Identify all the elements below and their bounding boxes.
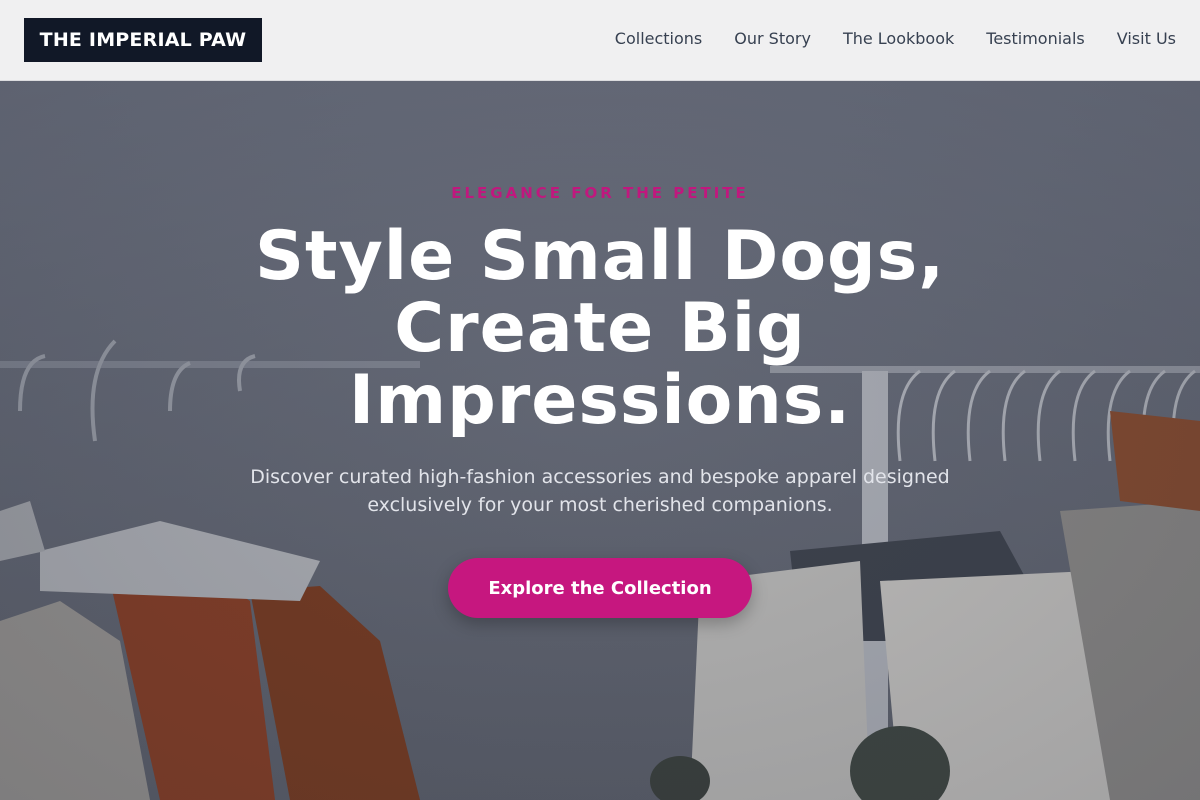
nav-item-visit-us[interactable]: Visit Us [1117, 29, 1176, 49]
hero-eyebrow: ELEGANCE FOR THE PETITE [451, 184, 749, 202]
nav-item-our-story[interactable]: Our Story [734, 29, 811, 49]
hero-title-line-1: Style Small Dogs, [254, 217, 946, 296]
hero-section: ELEGANCE FOR THE PETITE Style Small Dogs… [0, 81, 1200, 800]
nav-item-collections[interactable]: Collections [615, 29, 702, 49]
main-nav: Collections Our Story The Lookbook Testi… [615, 29, 1176, 49]
nav-item-testimonials[interactable]: Testimonials [986, 29, 1085, 49]
brand-logo[interactable]: THE IMPERIAL PAW [24, 18, 262, 62]
hero-title-line-2: Create Big [394, 289, 806, 368]
site-header: THE IMPERIAL PAW Collections Our Story T… [0, 0, 1200, 81]
nav-item-lookbook[interactable]: The Lookbook [843, 29, 954, 49]
hero-title-line-3: Impressions. [348, 361, 852, 440]
hero-title: Style Small Dogs, Create Big Impressions… [200, 221, 1000, 437]
hero-subtitle: Discover curated high-fashion accessorie… [250, 466, 950, 516]
explore-collection-button[interactable]: Explore the Collection [448, 558, 752, 618]
